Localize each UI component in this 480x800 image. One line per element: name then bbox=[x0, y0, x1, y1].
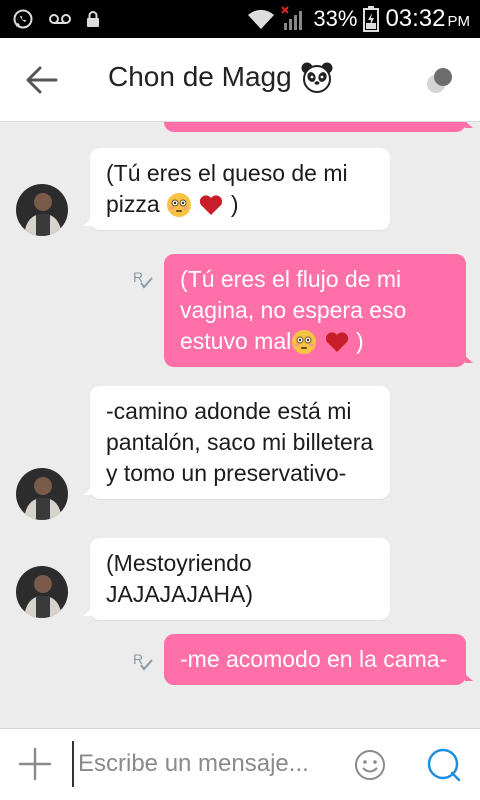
message-bubble[interactable]: (Tú eres el queso de mi pizza ) bbox=[83, 148, 390, 230]
read-receipt-icon: R bbox=[133, 651, 153, 671]
flushed-face-emoji-icon bbox=[167, 193, 192, 217]
emoji-picker-icon[interactable] bbox=[354, 749, 386, 781]
read-receipt-icon: R bbox=[133, 269, 153, 289]
contact-avatar[interactable] bbox=[16, 468, 68, 520]
battery-icon bbox=[363, 6, 380, 32]
message-input[interactable] bbox=[72, 741, 342, 787]
flushed-face-emoji-icon bbox=[292, 330, 317, 354]
battery-percent: 33% bbox=[313, 6, 358, 31]
lock-icon bbox=[87, 11, 99, 27]
red-heart-emoji-icon bbox=[200, 195, 223, 215]
message-bubble[interactable]: -camino adonde está mi pantalón, saco mi… bbox=[83, 386, 390, 499]
status-bar: 33% 03:32 PM bbox=[0, 0, 480, 38]
chat-header: Chon de Magg bbox=[0, 38, 480, 122]
message-bubble[interactable]: -me acomodo en la cama- bbox=[164, 634, 473, 685]
red-heart-emoji-icon bbox=[325, 332, 348, 352]
panda-emoji-icon bbox=[301, 62, 333, 93]
message-bubble[interactable]: (Tú eres el flujo de mi vagina, no esper… bbox=[164, 254, 473, 367]
whatsapp-icon bbox=[13, 9, 33, 29]
presence-indicator-icon[interactable] bbox=[424, 66, 454, 96]
chat-title[interactable]: Chon de Magg bbox=[108, 61, 292, 93]
contact-avatar[interactable] bbox=[16, 184, 68, 236]
contact-avatar[interactable] bbox=[16, 566, 68, 618]
voicemail-icon bbox=[49, 14, 71, 24]
message-list[interactable]: (Tú eres el queso de mi pizza ) R (Tú er… bbox=[0, 122, 480, 728]
composer bbox=[0, 728, 480, 800]
attach-plus-icon[interactable] bbox=[18, 747, 52, 781]
clock: 03:32 PM bbox=[385, 5, 470, 32]
signal-icon bbox=[281, 6, 303, 30]
back-arrow-icon[interactable] bbox=[22, 62, 62, 98]
wifi-icon bbox=[248, 9, 275, 29]
message-bubble[interactable]: (Mestoyriendo JAJAJAJAHA) bbox=[83, 538, 390, 620]
send-icon[interactable] bbox=[426, 747, 462, 783]
message-bubble-partial bbox=[164, 122, 473, 132]
